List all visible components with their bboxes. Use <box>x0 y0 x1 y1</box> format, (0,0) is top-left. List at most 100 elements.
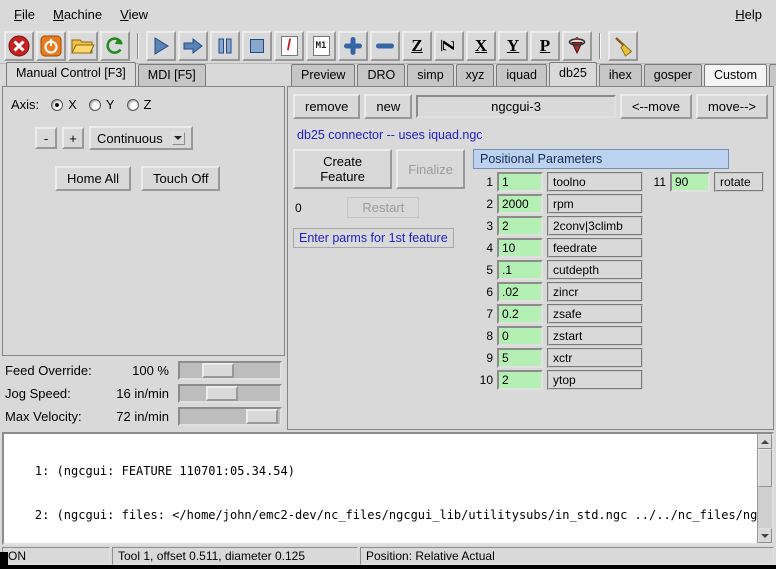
param-input-rpm[interactable] <box>497 194 543 214</box>
home-all-button[interactable]: Home All <box>55 166 131 191</box>
tab-mdi[interactable]: MDI [F5] <box>138 64 206 86</box>
param-input-conv[interactable] <box>497 216 543 236</box>
view-perspective-button[interactable]: P <box>530 31 560 61</box>
new-tab-button[interactable]: new <box>364 94 412 119</box>
linuxcnc-axis-window: { "colors": { "entry_green": "#b4f0b4", … <box>0 0 776 569</box>
ngcgui-panel: Preview DRO simp xyz iquad db25 ihex gos… <box>287 62 774 430</box>
tab-simp[interactable]: simp <box>407 64 453 86</box>
home-controls: Home All Touch Off <box>55 166 278 191</box>
max-velocity-slider[interactable] <box>178 407 282 426</box>
tab-db25[interactable]: db25 <box>549 62 597 86</box>
scrollbar-trough[interactable] <box>758 449 772 528</box>
param-input-xctr[interactable] <box>497 348 543 368</box>
jog-speed-slider[interactable] <box>178 384 282 403</box>
broom-icon <box>612 35 634 57</box>
gcode-text-area[interactable]: 1: (ngcgui: FEATURE 110701:05.34.54) 2: … <box>2 432 774 545</box>
param-input-cutdepth[interactable] <box>497 260 543 280</box>
feed-override-slider[interactable] <box>178 361 282 380</box>
menu-machine[interactable]: Machine <box>45 3 110 26</box>
gcode-text: 1: (ngcgui: FEATURE 110701:05.34.54) 2: … <box>4 434 757 543</box>
radio-x-indicator <box>51 99 63 111</box>
skip-lines-button[interactable]: / <box>274 31 304 61</box>
move-right-button[interactable]: move--> <box>696 94 768 119</box>
param-input-ytop[interactable] <box>497 370 543 390</box>
param-input-rotate[interactable] <box>670 172 710 192</box>
param-input-zstart[interactable] <box>497 326 543 346</box>
param-input-feedrate[interactable] <box>497 238 543 258</box>
terminal-scrollbar[interactable] <box>757 434 772 543</box>
param-input-zsafe[interactable] <box>497 304 543 324</box>
view-front-button[interactable]: Y <box>498 31 528 61</box>
tab-name-input[interactable] <box>416 95 616 118</box>
zoom-in-button[interactable] <box>338 31 368 61</box>
jog-minus-button[interactable]: - <box>35 127 57 149</box>
menu-view[interactable]: View <box>112 3 156 26</box>
move-left-button[interactable]: <--move <box>620 94 692 119</box>
terminal-line: 1: (ngcgui: FEATURE 110701:05.34.54) <box>6 464 755 479</box>
param-input-toolno[interactable] <box>497 172 543 192</box>
restart-button[interactable]: Restart <box>347 197 419 218</box>
axis-y-label: Y <box>106 97 115 112</box>
scroll-down-arrow-icon[interactable] <box>758 528 772 543</box>
tab-ihex[interactable]: ihex <box>599 64 642 86</box>
manual-frame: Axis: X Y Z - + Continuous Home All <box>2 86 285 356</box>
menu-file[interactable]: File <box>6 3 43 26</box>
scrollbar-thumb[interactable] <box>758 449 772 487</box>
estop-icon <box>8 35 30 57</box>
feed-override-value: 100 % <box>132 363 178 378</box>
tab-preview[interactable]: Preview <box>291 64 355 86</box>
tab-xyz[interactable]: xyz <box>456 64 495 86</box>
create-feature-button[interactable]: Create Feature <box>293 149 392 189</box>
run-button[interactable] <box>146 31 176 61</box>
view-top-button[interactable]: Z <box>402 31 432 61</box>
param-input-zincr[interactable] <box>497 282 543 302</box>
tab-gosper[interactable]: gosper <box>644 64 702 86</box>
param-row: 2 rpm <box>473 194 768 214</box>
pause-button[interactable] <box>210 31 240 61</box>
tab-iquad[interactable]: iquad <box>496 64 547 86</box>
axis-radio-z[interactable]: Z <box>127 97 152 112</box>
max-velocity-thumb[interactable] <box>246 409 278 424</box>
feed-override-thumb[interactable] <box>202 363 234 378</box>
zoom-out-button[interactable] <box>370 31 400 61</box>
jog-speed-thumb[interactable] <box>206 386 238 401</box>
machine-state: ON <box>2 547 110 565</box>
tab-manual-control[interactable]: Manual Control [F3] <box>6 62 136 86</box>
jog-plus-button[interactable]: + <box>62 127 84 149</box>
reload-file-button[interactable] <box>100 31 130 61</box>
tab-dro[interactable]: DRO <box>357 64 405 86</box>
finalize-button[interactable]: Finalize <box>396 149 465 189</box>
param-row: 8 zstart <box>473 326 768 346</box>
param-row: 10 ytop <box>473 370 768 390</box>
tool-info: Tool 1, offset 0.511, diameter 0.125 <box>112 547 358 565</box>
touch-off-button[interactable]: Touch Off <box>141 166 220 191</box>
jog-controls: - + Continuous <box>35 126 278 150</box>
scroll-up-arrow-icon[interactable] <box>758 434 772 449</box>
positional-parameters: Positional Parameters 1 toolno 11 rotate… <box>473 149 768 392</box>
menu-help[interactable]: Help <box>727 3 770 26</box>
jog-mode-dropdown[interactable]: Continuous <box>89 126 193 150</box>
axis-radio-y[interactable]: Y <box>89 97 115 112</box>
view-side-button[interactable]: X <box>466 31 496 61</box>
power-icon <box>40 35 62 57</box>
estop-button[interactable] <box>4 31 34 61</box>
clear-plot-button[interactable] <box>608 31 638 61</box>
machine-power-button[interactable] <box>36 31 66 61</box>
remove-tab-button[interactable]: remove <box>293 94 360 119</box>
tab-custom[interactable]: Custom <box>704 64 767 86</box>
tab-ttt[interactable]: ttt <box>769 64 776 86</box>
toggle-rotate-button[interactable] <box>562 31 592 61</box>
optional-pause-button[interactable]: M1 <box>306 31 336 61</box>
param-number: 11 <box>650 175 666 189</box>
param-name-label: 2conv|3climb <box>547 216 643 236</box>
open-file-button[interactable] <box>68 31 98 61</box>
stop-button[interactable] <box>242 31 272 61</box>
step-button[interactable] <box>178 31 208 61</box>
view-top-icon: Z <box>411 37 422 54</box>
axis-radio-x[interactable]: X <box>51 97 77 112</box>
toolbar-separator <box>599 33 601 59</box>
param-number: 8 <box>473 329 493 343</box>
param-row: 6 zincr <box>473 282 768 302</box>
manual-panel: Manual Control [F3] MDI [F5] Axis: X Y Z… <box>2 62 285 430</box>
view-rotated-top-button[interactable]: Z <box>434 31 464 61</box>
